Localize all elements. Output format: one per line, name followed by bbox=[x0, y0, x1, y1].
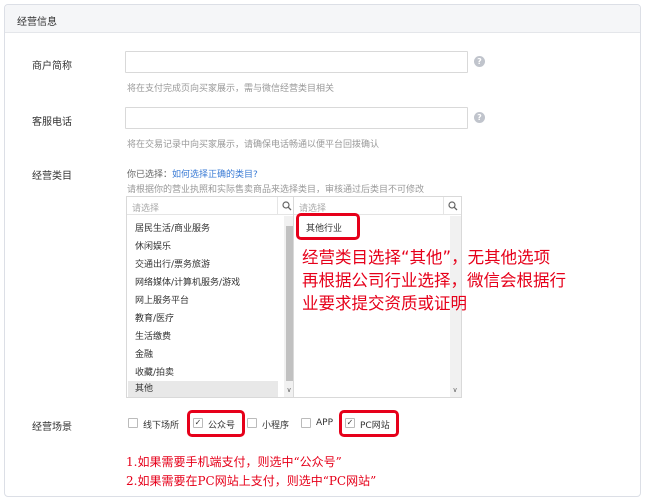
checkbox-app[interactable] bbox=[301, 418, 311, 428]
category-item[interactable]: 收藏/拍卖 bbox=[135, 365, 174, 378]
left-search-input[interactable]: 请选择 bbox=[132, 201, 159, 214]
left-search-bar: 请选择 bbox=[127, 197, 295, 215]
highlight-official-account bbox=[187, 410, 245, 437]
scene-annotation-2: 2.如果需要在PC网站上支付，则选中“PC网站” bbox=[126, 474, 377, 488]
selected-prefix: 你已选择： bbox=[127, 170, 173, 180]
highlight-pc-website bbox=[339, 410, 399, 437]
scene-annotation-1: 1.如果需要手机端支付，则选中“公众号” bbox=[126, 455, 342, 469]
category-item[interactable]: 网上服务平台 bbox=[135, 293, 189, 306]
category-item[interactable]: 网络媒体/计算机服务/游戏 bbox=[135, 275, 240, 288]
scroll-down-icon[interactable]: ∨ bbox=[450, 386, 460, 394]
category-selected-line: 你已选择：如何选择正确的类目? bbox=[127, 167, 258, 180]
merchant-name-hint: 将在支付完成页向买家展示，需与微信经营类目相关 bbox=[127, 84, 335, 94]
category-label: 经营类目 bbox=[32, 171, 72, 182]
service-phone-input[interactable] bbox=[125, 107, 468, 129]
category-help-link[interactable]: 如何选择正确的类目? bbox=[172, 170, 258, 180]
category-list-left[interactable]: 请选择 居民生活/商业服务 休闲娱乐 交通出行/票务旅游 网络媒体/计算机服务/… bbox=[126, 196, 296, 398]
category-item[interactable]: 居民生活/商业服务 bbox=[135, 221, 210, 234]
left-scroll-thumb[interactable] bbox=[286, 226, 293, 381]
scene-option-app[interactable]: APP bbox=[316, 418, 333, 428]
panel-title: 经营信息 bbox=[17, 17, 57, 28]
checkbox-mini-program[interactable] bbox=[247, 418, 257, 428]
category-item[interactable]: 教育/医疗 bbox=[135, 311, 174, 324]
category-item-selected[interactable]: 其他 bbox=[128, 381, 278, 397]
service-phone-hint: 将在交易记录中向买家展示，请确保电话畅通以便平台回拨确认 bbox=[127, 140, 380, 150]
annotation-line: 业要求提交资质或证明 bbox=[302, 294, 467, 313]
service-phone-label: 客服电话 bbox=[32, 117, 72, 128]
category-item[interactable]: 金融 bbox=[135, 347, 153, 360]
merchant-name-label: 商户简称 bbox=[32, 61, 72, 72]
checkbox-offline[interactable] bbox=[128, 418, 138, 428]
annotation-line: 经营类目选择“其他”，无其他选项 bbox=[302, 248, 551, 267]
right-search-button[interactable] bbox=[443, 197, 461, 215]
scene-label: 经营场景 bbox=[32, 422, 72, 433]
category-item[interactable]: 交通出行/票务旅游 bbox=[135, 257, 210, 270]
scene-option-offline[interactable]: 线下场所 bbox=[143, 418, 179, 431]
merchant-name-input[interactable] bbox=[125, 51, 468, 73]
question-icon[interactable]: ? bbox=[474, 112, 485, 123]
scene-option-mini-program[interactable]: 小程序 bbox=[262, 418, 289, 431]
highlight-other-industry bbox=[296, 213, 360, 240]
question-icon[interactable]: ? bbox=[474, 56, 485, 67]
search-icon bbox=[448, 201, 458, 211]
category-item[interactable]: 休闲娱乐 bbox=[135, 239, 171, 252]
category-annotation: 经营类目选择“其他”，无其他选项 再根据公司行业选择，微信会根据行 业要求提交资… bbox=[302, 246, 566, 315]
category-item[interactable]: 生活缴费 bbox=[135, 329, 171, 342]
search-icon bbox=[282, 201, 292, 211]
panel-header: 经营信息 bbox=[5, 5, 640, 33]
annotation-line: 再根据公司行业选择，微信会根据行 bbox=[302, 271, 566, 290]
category-hint: 请根据你的营业执照和实际售卖商品来选择类目，审核通过后类目不可修改 bbox=[127, 185, 425, 195]
